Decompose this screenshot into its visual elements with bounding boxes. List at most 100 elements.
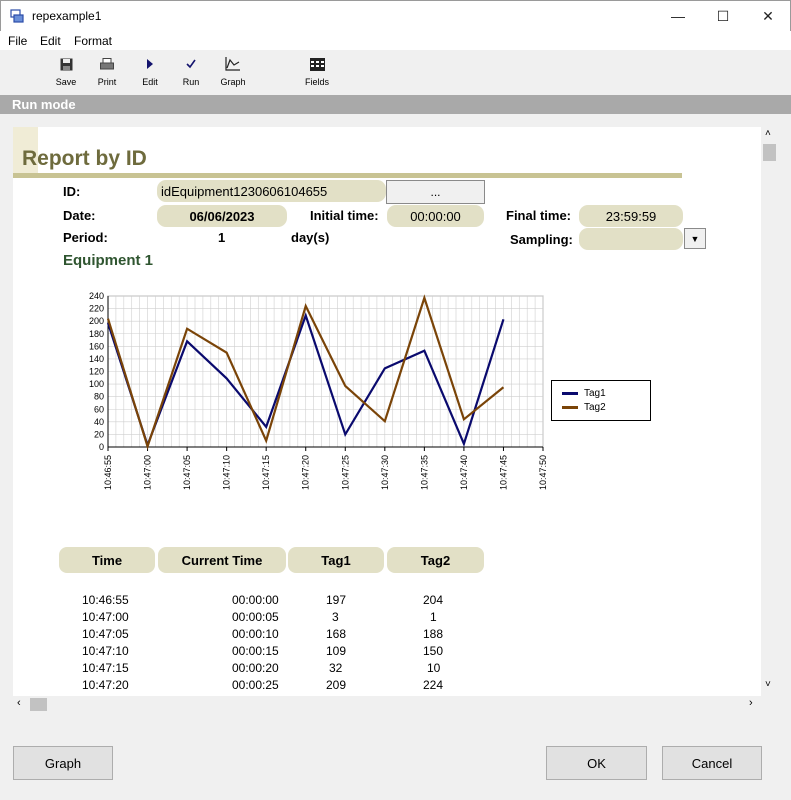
graph-button-label: Graph [44, 755, 82, 771]
close-icon: ✕ [762, 7, 774, 24]
cell-tag1: 168 [326, 627, 347, 641]
x-tick-label: 10:47:15 [261, 455, 271, 490]
id-field[interactable]: idEquipment1230606104655 [157, 180, 386, 202]
y-tick-label: 100 [89, 379, 104, 389]
vertical-scrollbar[interactable]: ˄ ˅ [761, 127, 778, 696]
cell-tag2: 188 [423, 627, 444, 641]
cell-time: 10:46:55 [82, 593, 129, 607]
edit-button[interactable]: Edit [132, 56, 168, 92]
x-tick-label: 10:47:45 [498, 455, 508, 490]
graph-tool-label: Graph [220, 77, 246, 87]
y-tick-label: 200 [89, 316, 104, 326]
close-button[interactable]: ✕ [745, 1, 791, 31]
fields-label: Fields [304, 77, 329, 87]
graph-button[interactable]: Graph [13, 746, 113, 780]
title-bar: repexample1 — ☐ ✕ [0, 0, 791, 31]
horizontal-scroll-thumb[interactable] [30, 698, 47, 711]
mode-bar: Run mode [0, 95, 791, 114]
horizontal-scrollbar[interactable]: ‹ › [13, 696, 761, 713]
x-tick-label: 10:47:00 [143, 455, 153, 490]
y-tick-label: 140 [89, 354, 104, 364]
print-button[interactable]: Print [89, 56, 125, 92]
minimize-button[interactable]: — [655, 1, 701, 31]
cell-current-time: 00:00:15 [232, 644, 279, 658]
sampling-dropdown-button[interactable]: ▼ [684, 228, 706, 249]
y-tick-label: 120 [89, 367, 104, 377]
menu-bar: File Edit Format [0, 31, 791, 50]
menu-format[interactable]: Format [74, 34, 112, 48]
period-label: Period: [63, 230, 108, 245]
cancel-button[interactable]: Cancel [662, 746, 762, 780]
ok-button-label: OK [587, 755, 606, 771]
final-time-value: 23:59:59 [605, 208, 657, 224]
scroll-left-icon[interactable]: ‹ [17, 697, 21, 709]
table-row: 10:47:00 00:00:05 3 1 [13, 610, 761, 627]
y-tick-label: 40 [94, 417, 104, 427]
table-row: 10:47:05 00:00:10 168 188 [13, 627, 761, 644]
toolbar: Save Print Edit Run Graph Fields [0, 50, 791, 94]
vertical-scroll-thumb[interactable] [763, 144, 776, 161]
title-underline [13, 173, 682, 178]
legend-item-tag1: Tag1 [562, 388, 606, 399]
run-button[interactable]: Run [173, 56, 209, 92]
scroll-down-icon[interactable]: ˅ [765, 679, 771, 690]
initial-time-value: 00:00:00 [410, 208, 461, 224]
legend-swatch-tag1 [562, 392, 578, 395]
chart-legend: Tag1 Tag2 [551, 380, 651, 421]
print-label: Print [97, 77, 117, 87]
menu-edit[interactable]: Edit [40, 34, 61, 48]
date-value: 06/06/2023 [189, 208, 255, 224]
save-button[interactable]: Save [48, 56, 84, 92]
x-tick-label: 10:47:05 [182, 455, 192, 490]
x-tick-label: 10:47:40 [459, 455, 469, 490]
play-arrow-icon [147, 59, 153, 69]
sampling-field[interactable] [579, 228, 683, 250]
y-tick-label: 220 [89, 304, 104, 314]
browse-button[interactable]: ... [386, 180, 485, 204]
scroll-right-icon[interactable]: › [749, 697, 753, 709]
window-title: repexample1 [32, 9, 102, 23]
cell-current-time: 00:00:10 [232, 627, 279, 641]
cell-tag1: 109 [326, 644, 347, 658]
scroll-up-icon[interactable]: ˄ [765, 128, 771, 139]
fields-button[interactable]: Fields [299, 56, 335, 92]
cell-current-time: 00:00:25 [232, 678, 279, 692]
cell-time: 10:47:20 [82, 678, 129, 692]
date-field[interactable]: 06/06/2023 [157, 205, 287, 227]
browse-label: ... [430, 185, 441, 199]
printer-icon [100, 57, 114, 69]
y-tick-label: 80 [94, 392, 104, 402]
cell-tag1: 32 [329, 661, 343, 675]
table-row: 10:47:20 00:00:25 209 224 [13, 678, 761, 695]
legend-label-tag2: Tag2 [584, 402, 606, 413]
x-tick-label: 10:47:35 [419, 455, 429, 490]
ok-button[interactable]: OK [546, 746, 647, 780]
maximize-button[interactable]: ☐ [700, 1, 746, 31]
cell-tag2: 224 [423, 678, 444, 692]
y-tick-label: 240 [89, 291, 104, 301]
save-label: Save [55, 77, 77, 87]
table-row: 10:47:10 00:00:15 109 150 [13, 644, 761, 661]
menu-file[interactable]: File [8, 34, 27, 48]
cell-time: 10:47:05 [82, 627, 129, 641]
cell-tag2: 204 [423, 593, 444, 607]
column-header-tag2: Tag2 [387, 547, 484, 573]
final-time-field[interactable]: 23:59:59 [579, 205, 683, 227]
equipment-title: Equipment 1 [63, 252, 154, 269]
cell-tag2: 150 [423, 644, 444, 658]
cell-current-time: 00:00:05 [232, 610, 279, 624]
initial-time-field[interactable]: 00:00:00 [387, 205, 484, 227]
cell-time: 10:47:10 [82, 644, 129, 658]
cell-time: 10:47:00 [82, 610, 129, 624]
table-row: 10:46:55 00:00:00 197 204 [13, 593, 761, 610]
save-icon [60, 58, 72, 70]
cell-tag1: 197 [326, 593, 347, 607]
graph-tool-button[interactable]: Graph [215, 56, 251, 92]
legend-swatch-tag2 [562, 406, 578, 409]
x-tick-label: 10:47:20 [301, 455, 311, 490]
cell-current-time: 00:00:00 [232, 593, 279, 607]
cell-tag1: 3 [332, 610, 339, 624]
period-unit: day(s) [291, 230, 330, 245]
line-chart: 0 20 40 60 80 100 120 140 160 180 200 220 240 10:46:5… [89, 291, 548, 490]
x-tick-label: 10:47:25 [340, 455, 350, 490]
